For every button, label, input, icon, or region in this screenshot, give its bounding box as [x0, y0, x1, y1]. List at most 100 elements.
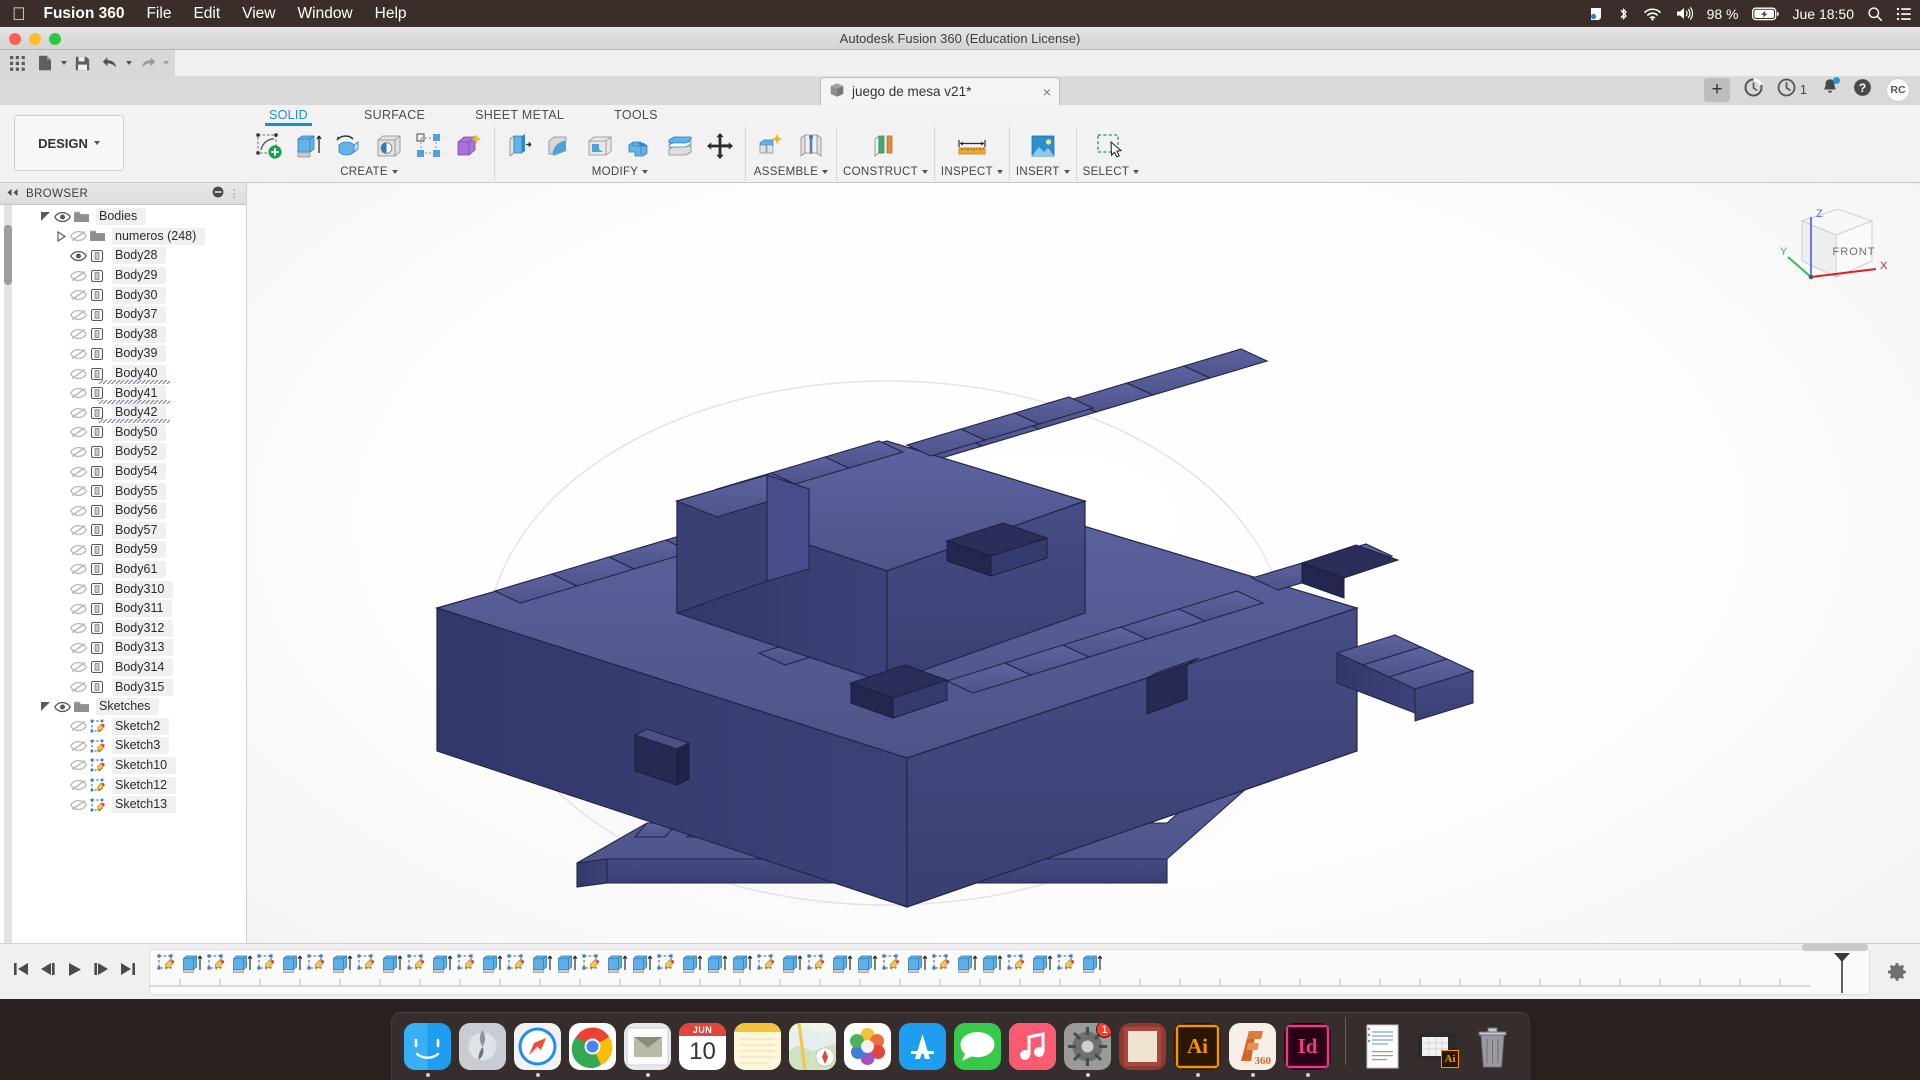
timeline-feature-sketch[interactable]: [1006, 953, 1028, 975]
minus-circle-icon[interactable]: [212, 186, 224, 201]
extrude-icon[interactable]: [290, 128, 328, 165]
tree-node-body39[interactable]: Body39: [0, 344, 246, 364]
maximize-window-button[interactable]: [49, 33, 61, 45]
tree-node-body312[interactable]: Body312: [0, 618, 246, 638]
menu-window[interactable]: Window: [298, 5, 353, 23]
close-tab-button[interactable]: ×: [1043, 84, 1051, 100]
dock-item-indesign[interactable]: Id: [1284, 1023, 1332, 1077]
visibility-off-icon[interactable]: [70, 640, 87, 656]
tree-node-body28[interactable]: Body28: [0, 246, 246, 266]
visibility-off-icon[interactable]: [70, 738, 87, 754]
visibility-off-icon[interactable]: [70, 366, 87, 382]
visibility-off-icon[interactable]: [70, 444, 87, 460]
dock-item-launchpad[interactable]: [459, 1023, 507, 1077]
tree-node-sketch10[interactable]: Sketch10: [0, 756, 246, 776]
visibility-on-icon[interactable]: [54, 209, 71, 225]
timeline-feature-extrude[interactable]: [281, 953, 303, 975]
recent-activity-group[interactable]: 1: [1777, 78, 1807, 102]
visibility-off-icon[interactable]: [70, 797, 87, 813]
timeline-feature-extrude[interactable]: [331, 953, 353, 975]
timeline-feature-extrude[interactable]: [1031, 953, 1053, 975]
timeline-feature-extrude[interactable]: [781, 953, 803, 975]
panel-create-caret-icon[interactable]: [391, 170, 398, 174]
dock-item-calendar[interactable]: JUN 10: [679, 1023, 727, 1077]
timeline-feature-sketch[interactable]: [656, 953, 678, 975]
visibility-off-icon[interactable]: [70, 346, 87, 362]
dock-minimized-illustrator-window[interactable]: Ai: [1414, 1023, 1462, 1077]
insert-image-icon[interactable]: [1024, 128, 1062, 165]
workspace-switcher[interactable]: DESIGN: [14, 115, 124, 171]
joint-icon[interactable]: [792, 128, 830, 165]
tree-node-body42[interactable]: Body42: [0, 403, 246, 424]
dock-item-chrome[interactable]: [569, 1023, 617, 1077]
redo-caret-icon[interactable]: [163, 61, 169, 65]
revolve-icon[interactable]: [330, 128, 368, 165]
tree-node-sketch2[interactable]: Sketch2: [0, 716, 246, 736]
fillet-icon[interactable]: [541, 128, 579, 165]
tree-node-body57[interactable]: Body57: [0, 521, 246, 541]
tree-node-body59[interactable]: Body59: [0, 540, 246, 560]
dock-item-photos[interactable]: [844, 1023, 892, 1077]
visibility-off-icon[interactable]: [70, 503, 87, 519]
visibility-off-icon[interactable]: [70, 679, 87, 695]
timeline-feature-extrude[interactable]: [606, 953, 628, 975]
wifi-icon[interactable]: [1643, 7, 1662, 21]
new-tab-button[interactable]: +: [1704, 78, 1731, 102]
visibility-off-icon[interactable]: [70, 718, 87, 734]
timeline-feature-extrude[interactable]: [681, 953, 703, 975]
tree-node-body40[interactable]: Body40: [0, 364, 246, 385]
timeline-feature-sketch[interactable]: [581, 953, 603, 975]
window-selection-icon[interactable]: [1092, 128, 1130, 165]
tree-node-body50[interactable]: Body50: [0, 423, 246, 443]
menu-edit[interactable]: Edit: [193, 5, 220, 23]
visibility-off-icon[interactable]: [70, 757, 87, 773]
redo-icon[interactable]: [134, 52, 160, 75]
tree-node-body61[interactable]: Body61: [0, 560, 246, 580]
visibility-off-icon[interactable]: [70, 542, 87, 558]
menu-file[interactable]: File: [146, 5, 171, 23]
dock-item-finder[interactable]: [404, 1023, 452, 1077]
spotlight-search-icon[interactable]: [1867, 6, 1883, 22]
timeline-feature-sketch[interactable]: [806, 953, 828, 975]
visibility-off-icon[interactable]: [70, 326, 87, 342]
user-avatar[interactable]: RC: [1886, 78, 1910, 102]
create-form-icon[interactable]: [450, 128, 488, 165]
volume-icon[interactable]: [1675, 6, 1694, 21]
panel-insert-caret-icon[interactable]: [1063, 170, 1070, 174]
timeline-scroll-nub[interactable]: [1802, 944, 1868, 951]
close-window-button[interactable]: [9, 33, 21, 45]
timeline-feature-sketch[interactable]: [756, 953, 778, 975]
timeline-settings-gear-icon[interactable]: [1874, 962, 1920, 982]
save-icon[interactable]: [69, 52, 95, 75]
app-grid-icon[interactable]: [4, 52, 30, 75]
timeline-feature-sketch[interactable]: [1056, 953, 1078, 975]
tree-node-body52[interactable]: Body52: [0, 442, 246, 462]
browser-resize-grip[interactable]: ⋮: [229, 187, 240, 200]
tree-node-body55[interactable]: Body55: [0, 481, 246, 501]
tree-node-numeros-248[interactable]: numeros (248): [0, 227, 246, 247]
visibility-off-icon[interactable]: [70, 581, 87, 597]
tree-node-body313[interactable]: Body313: [0, 638, 246, 658]
dock-item-notes[interactable]: [734, 1023, 782, 1077]
tab-sheet-metal[interactable]: SHEET METAL: [465, 105, 574, 126]
new-file-caret-icon[interactable]: [61, 61, 67, 65]
rectangular-pattern-icon[interactable]: [410, 128, 448, 165]
dock-item-system-preferences[interactable]: 1: [1064, 1023, 1112, 1077]
dock-item-illustrator[interactable]: Ai: [1174, 1023, 1222, 1077]
visibility-off-icon[interactable]: [70, 287, 87, 303]
minimize-window-button[interactable]: [29, 33, 41, 45]
expander-collapsed-icon[interactable]: [56, 230, 67, 242]
tree-node-sketch13[interactable]: Sketch13: [0, 795, 246, 815]
dock-minimized-document-window[interactable]: [1359, 1023, 1407, 1077]
timeline-track[interactable]: [149, 948, 1870, 995]
menubar-clock[interactable]: Jue 18:50: [1793, 6, 1855, 22]
timeline-feature-extrude[interactable]: [381, 953, 403, 975]
combine-icon[interactable]: [621, 128, 659, 165]
browser-scrollbar-thumb[interactable]: [4, 225, 12, 285]
panel-select-caret-icon[interactable]: [1133, 170, 1140, 174]
visibility-off-icon[interactable]: [70, 464, 87, 480]
apple-logo-icon[interactable]: : [12, 5, 26, 23]
model-canvas[interactable]: FRONT Z X Y: [247, 183, 1920, 989]
timeline-feature-sketch[interactable]: [356, 953, 378, 975]
play-icon[interactable]: [67, 962, 82, 982]
